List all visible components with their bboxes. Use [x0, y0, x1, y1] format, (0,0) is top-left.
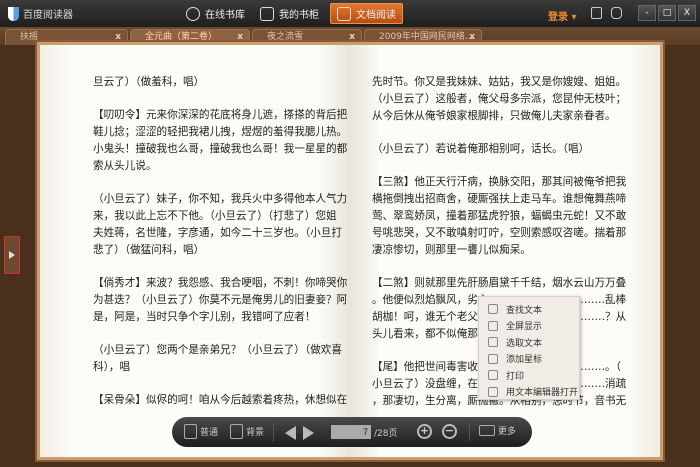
sidebar-expand-handle[interactable]	[4, 236, 20, 274]
text-line: （小旦云了）妹子，你不知，我兵火中多得他本人气力	[93, 193, 348, 205]
text-line: 索从头儿说。	[93, 160, 157, 172]
menu-item-editor[interactable]: 用文本编辑器打开	[479, 384, 579, 401]
menu-item-label: 添加星标	[506, 355, 543, 366]
text-line: 【叨叨令】元来你深深的花底将身儿遮，搽搽的背后把	[93, 109, 348, 121]
text-line: 是，阿是，当时只争个字儿别，我错呵了应者！	[93, 311, 316, 323]
text-line: （小旦云了）您两个是亲弟兄？（小旦云了）（做欢喜	[93, 344, 342, 356]
tab-bar: 扶摇 x 全元曲（第二卷） x 夜之流雪 x 2009年中国网民网络... x	[0, 27, 700, 45]
login-button[interactable]: 登录 ▾	[548, 8, 577, 23]
text-line: 小鬼头！撞破我也么哥，撞破我也么哥！我一星星的都	[93, 143, 348, 155]
left-page: 旦云了）（做羞科，唱） 【叨叨令】元来你深深的花底将身儿遮，搽搽的背后把 鞋儿捻；涩…	[40, 45, 350, 457]
close-tab-icon[interactable]: x	[349, 30, 355, 44]
nav-my-bookshelf[interactable]: 我的书柜	[254, 3, 325, 24]
text-line: 凄凉惨切，则那里一饔儿似痴呆。	[372, 244, 531, 256]
menu-item-label: 打印	[506, 371, 525, 382]
search-icon	[488, 304, 498, 315]
maximize-button[interactable]: □	[658, 5, 676, 21]
menu-item-label: 用文本编辑器打开	[506, 388, 579, 399]
menu-item-label: 查找文本	[506, 305, 543, 316]
paragraph: （小旦云了）您两个是亲弟兄？（小旦云了）（做欢喜 科），唱	[93, 342, 347, 376]
title-bar: 百度阅读器 在线书库 我的书柜 文档阅读 登录 ▾ - □ X	[0, 0, 700, 27]
text-line: 来，我以此上忘不下他。（小旦云了）（打悲了）您姐	[93, 210, 337, 222]
close-tab-icon[interactable]: x	[237, 30, 243, 44]
paragraph: 【叨叨令】元来你深深的花底将身儿遮，搽搽的背后把 鞋儿捻；涩涩的轻把我裙儿拽，煜煜…	[93, 107, 347, 175]
zoom-in-icon[interactable]: +	[417, 424, 432, 439]
page-icon	[184, 424, 197, 439]
normal-mode-button[interactable]: 普通	[184, 424, 218, 439]
bookshelf-icon	[260, 6, 274, 21]
paragraph: 【呆骨朵】似侭的呵！咱从今后越索着疼热，休想似在	[93, 392, 347, 409]
tab-fuyao[interactable]: 扶摇 x	[5, 29, 128, 45]
text-line: 悲了）（做猛问科，唱）	[93, 244, 205, 256]
right-page-number: 第8页	[496, 439, 518, 448]
nav-label: 在线书库	[205, 10, 245, 21]
close-tab-icon[interactable]: x	[469, 30, 475, 44]
close-button[interactable]: X	[678, 5, 696, 21]
text-line: 先时节。你又是我妹妹、姑姑，我又是你嫂嫂、姐姐。	[372, 76, 627, 88]
next-page-icon[interactable]	[303, 426, 321, 440]
nav-label: 我的书柜	[279, 10, 319, 21]
minimize-button[interactable]: -	[638, 5, 656, 21]
menu-item-print[interactable]: 打印	[479, 367, 579, 384]
text-line: 夫姓蒋，名世隆，字彦通，如今二十三岁也。（小旦打	[93, 227, 342, 239]
menu-item-search[interactable]: 查找文本	[479, 301, 579, 318]
context-menu: 查找文本全屏显示选取文本添加星标打印用文本编辑器打开	[478, 296, 580, 400]
image-icon	[230, 424, 243, 439]
paragraph: 旦云了）（做羞科，唱）	[93, 74, 347, 91]
text-line: 从今后休从俺爷娘家根脚排，只做俺儿夫家亲眷者。	[372, 110, 616, 122]
text-line: 【二煞】则就那里先肝肠眉黛千千结，烟水云山万万叠	[372, 277, 627, 289]
menu-item-label: 选取文本	[506, 338, 543, 349]
app-logo: 百度阅读器	[8, 6, 73, 21]
background-button[interactable]: 背景	[230, 424, 264, 439]
paragraph: 先时节。你又是我妹妹、姑姑，我又是你嫂嫂、姐姐。 （小旦云了）这般者，俺父母多宗派…	[372, 74, 626, 125]
close-tab-icon[interactable]: x	[115, 30, 121, 44]
app-title: 百度阅读器	[23, 10, 73, 21]
select-text-icon	[488, 337, 498, 348]
logo-icon	[8, 6, 19, 21]
paragraph: 【倘秀才】来波？我怨感、我合哽咽，不刺！你啼哭你 为甚迭？（小旦云了）你莫不元是俺…	[93, 275, 347, 326]
print-icon	[488, 370, 498, 381]
text-line: （小旦云了）若说着俺那相别呵，话长。（唱）	[372, 143, 590, 155]
nav-online-library[interactable]: 在线书库	[180, 3, 251, 24]
text-line: 科），唱	[93, 361, 131, 373]
open-book-icon	[337, 6, 351, 21]
paragraph: （小旦云了）妹子，你不知，我兵火中多得他本人气力 来，我以此上忘不下他。（小旦云了…	[93, 191, 347, 259]
nav-document-reading[interactable]: 文档阅读	[330, 3, 403, 24]
menu-list-icon[interactable]	[591, 7, 602, 19]
tab-yezhiliuxue[interactable]: 夜之流雪 x	[252, 29, 362, 45]
more-icon	[479, 425, 495, 436]
star-icon	[488, 353, 498, 364]
feedback-icon[interactable]	[611, 7, 622, 19]
page-total: /28页	[374, 429, 398, 439]
text-line: （小旦云了）这般者，俺父母多宗派，您昆仲无枝叶；	[372, 93, 627, 105]
reading-toolbar: 普通 背景 /28页 + − 更多 第7页 第8页	[172, 417, 532, 448]
left-page-number: 第7页	[187, 439, 209, 448]
text-line: 号咷悲哭，又不敢嗔射叮咛，空则索感叹咨嗟。揣着那	[372, 227, 627, 239]
paragraph: 【三煞】他正天行汗病，换脉交阳，那其间被俺爷把我 横拖倒拽出招商舍，硬厮强扶上走马…	[372, 174, 626, 259]
menu-item-fullscreen[interactable]: 全屏显示	[479, 318, 579, 335]
nav-label: 文档阅读	[356, 10, 396, 21]
fullscreen-icon	[488, 320, 498, 331]
text-line: 【三煞】他正天行汗病，换脉交阳，那其间被俺爷把我	[372, 176, 627, 188]
globe-icon	[186, 6, 200, 21]
tab-report-2009[interactable]: 2009年中国网民网络... x	[364, 29, 482, 45]
text-line: 莺、翠鸾娇凤，撞着那猛虎狞狼，蝠蝎虫元蛇！又不敢	[372, 210, 627, 222]
menu-item-select-text[interactable]: 选取文本	[479, 334, 579, 351]
page-number-input[interactable]	[331, 425, 371, 439]
menu-item-label: 全屏显示	[506, 322, 543, 333]
editor-icon	[488, 386, 498, 397]
zoom-out-icon[interactable]: −	[442, 424, 457, 439]
text-line: 鞋儿捻；涩涩的轻把我裙儿拽，煜煜的羞得我腮儿热。	[93, 126, 348, 138]
more-button[interactable]: 更多	[479, 424, 516, 437]
text-line: 【倘秀才】来波？我怨感、我合哽咽，不刺！你啼哭你	[93, 277, 348, 289]
text-line: 横拖倒拽出招商舍，硬厮强扶上走马车。谁想俺舞燕啼	[372, 193, 627, 205]
paragraph: （小旦云了）若说着俺那相别呵，话长。（唱）	[372, 141, 626, 158]
menu-item-star[interactable]: 添加星标	[479, 351, 579, 368]
tab-quanyuanqu[interactable]: 全元曲（第二卷） x	[130, 29, 250, 45]
text-line: 为甚迭？（小旦云了）你莫不元是俺男儿的旧妻妾？阿	[93, 294, 348, 306]
text-line: 【呆骨朵】似侭的呵！咱从今后越索着疼热，休想似在	[93, 394, 348, 406]
prev-page-icon[interactable]	[278, 426, 296, 440]
text-line: 旦云了）（做羞科，唱）	[93, 76, 205, 88]
